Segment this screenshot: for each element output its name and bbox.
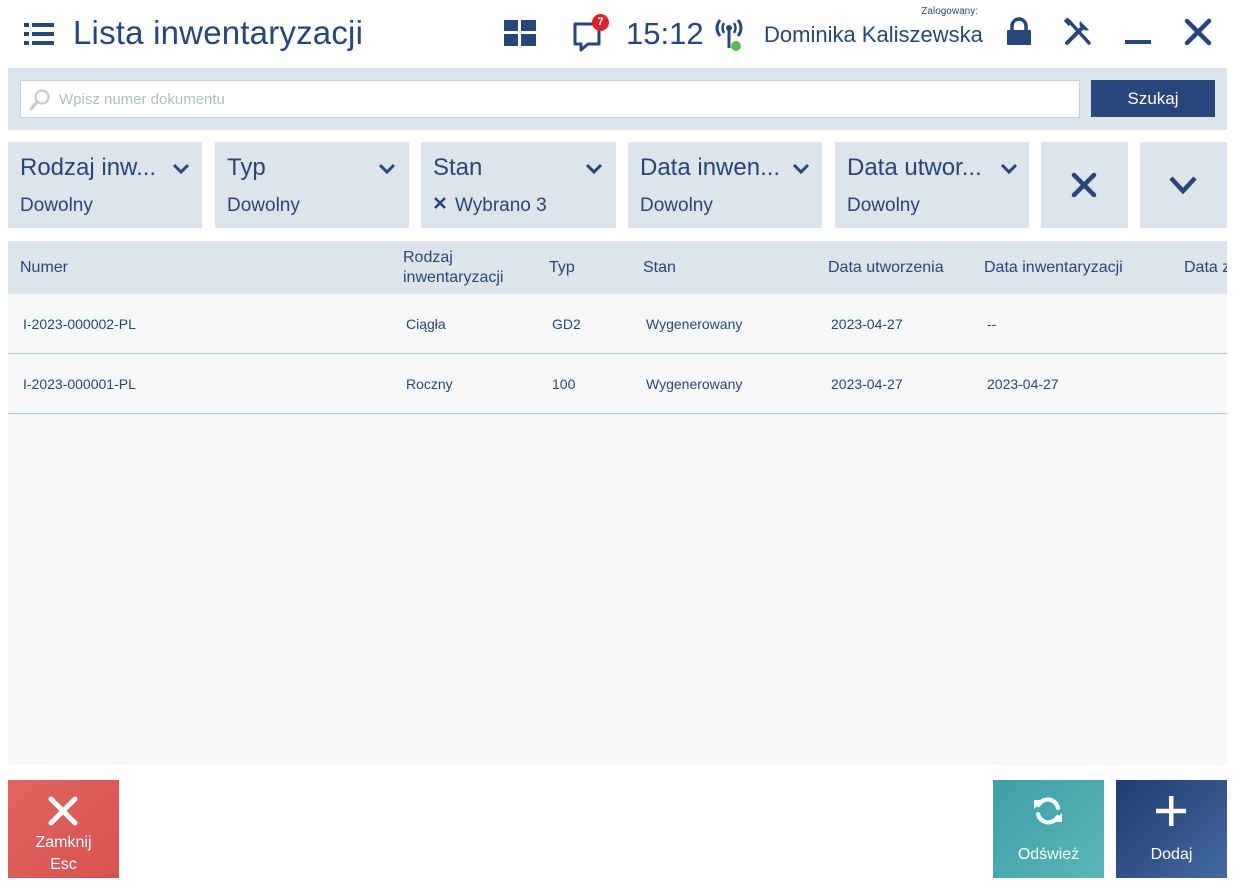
- filter-stan[interactable]: Stan Wybrano 3: [421, 142, 616, 228]
- chevron-down-icon: [378, 163, 396, 175]
- chevron-down-icon: [792, 163, 810, 175]
- filter-value: Dowolny: [227, 195, 300, 216]
- chevron-down-icon: [172, 163, 190, 175]
- column-data-inwentaryzacji[interactable]: Data inwentaryzacji: [984, 258, 1123, 278]
- cell-numer: I-2023-000001-PL: [23, 376, 136, 392]
- search-button[interactable]: Szukaj: [1091, 80, 1215, 117]
- cell-rodzaj: Ciągła: [406, 316, 446, 332]
- cell-rodzaj: Roczny: [406, 376, 453, 392]
- chevron-down-icon: [1000, 163, 1018, 175]
- plus-icon: [1156, 796, 1186, 826]
- tools-icon[interactable]: [1062, 16, 1094, 48]
- filter-title: Data utwor...: [847, 154, 982, 181]
- logged-in-label: Zalogowany:: [921, 6, 978, 17]
- search-icon: [29, 89, 50, 111]
- cell-stan: Wygenerowany: [646, 376, 743, 392]
- cell-numer: I-2023-000002-PL: [23, 316, 136, 332]
- chevron-down-icon: [585, 163, 603, 175]
- filter-title: Stan: [433, 154, 483, 181]
- filter-data-inwentaryzacji[interactable]: Data inwen... Dowolny: [628, 142, 822, 228]
- cell-data-utworzenia: 2023-04-27: [831, 376, 903, 392]
- clear-filters-icon: [1071, 172, 1097, 198]
- refresh-button[interactable]: Odśwież: [993, 780, 1104, 878]
- column-numer[interactable]: Numer: [20, 258, 68, 278]
- expand-icon: [1169, 176, 1197, 195]
- cell-data-inwentaryzacji: 2023-04-27: [987, 376, 1059, 392]
- filter-value: Wybrano 3: [433, 195, 547, 217]
- search-panel: Szukaj: [8, 68, 1227, 130]
- table-row[interactable]: I-2023-000002-PL Ciągła GD2 Wygenerowany…: [8, 294, 1227, 354]
- search-input[interactable]: [59, 85, 1069, 113]
- filter-title: Data inwen...: [640, 154, 781, 181]
- notification-badge: 7: [592, 14, 609, 31]
- inventory-table: Numer Rodzaj inwentaryzacji Typ Stan Dat…: [8, 241, 1227, 765]
- close-button-label: Zamknij: [35, 834, 92, 851]
- column-label-line: inwentaryzacji: [403, 269, 504, 286]
- clear-selection-icon[interactable]: [433, 196, 447, 210]
- user-name: Dominika Kaliszewska: [764, 22, 983, 47]
- column-stan[interactable]: Stan: [643, 258, 676, 278]
- column-rodzaj-inwentaryzacji[interactable]: Rodzaj inwentaryzacji: [403, 248, 503, 288]
- expand-filters-button[interactable]: [1140, 142, 1227, 228]
- lock-icon[interactable]: [1003, 16, 1035, 48]
- menu-icon[interactable]: [24, 22, 54, 46]
- clock: 15:12: [626, 16, 704, 51]
- filter-title: Rodzaj inw...: [20, 154, 157, 181]
- clear-filters-button[interactable]: [1041, 142, 1128, 228]
- cell-data-utworzenia: 2023-04-27: [831, 316, 903, 332]
- cell-typ: GD2: [552, 316, 581, 332]
- app-header: Lista inwentaryzacji 7 15:12 Zalogowany:…: [0, 0, 1238, 68]
- table-header: Numer Rodzaj inwentaryzacji Typ Stan Dat…: [8, 241, 1227, 294]
- filter-data-utworzenia[interactable]: Data utwor... Dowolny: [835, 142, 1029, 228]
- table-row[interactable]: I-2023-000001-PL Roczny 100 Wygenerowany…: [8, 354, 1227, 414]
- cell-typ: 100: [552, 376, 576, 392]
- signal-icon: [715, 19, 743, 51]
- filter-title: Typ: [227, 154, 266, 181]
- filter-value: Dowolny: [640, 195, 713, 216]
- filter-typ[interactable]: Typ Dowolny: [215, 142, 409, 228]
- column-typ[interactable]: Typ: [549, 258, 575, 278]
- page-title: Lista inwentaryzacji: [73, 14, 364, 51]
- close-button[interactable]: Zamknij Esc: [8, 780, 119, 878]
- column-data-extra[interactable]: Data z: [1184, 258, 1227, 278]
- filter-value: Dowolny: [847, 195, 920, 216]
- close-icon: [48, 796, 78, 826]
- cell-stan: Wygenerowany: [646, 316, 743, 332]
- close-icon[interactable]: [1182, 16, 1214, 48]
- close-button-shortcut: Esc: [50, 856, 77, 873]
- add-button[interactable]: Dodaj: [1116, 780, 1227, 878]
- column-data-utworzenia[interactable]: Data utworzenia: [828, 258, 944, 278]
- filter-value: Dowolny: [20, 195, 93, 216]
- minimize-icon[interactable]: [1124, 16, 1152, 48]
- refresh-button-label: Odśwież: [1017, 846, 1080, 863]
- column-label-line: Rodzaj: [403, 249, 453, 266]
- search-box[interactable]: [20, 80, 1080, 118]
- refresh-icon: [1034, 797, 1062, 825]
- tiles-icon[interactable]: [504, 20, 536, 46]
- cell-data-inwentaryzacji: --: [987, 316, 997, 332]
- filter-value-text: Wybrano 3: [455, 195, 547, 216]
- filter-rodzaj-inwentaryzacji[interactable]: Rodzaj inw... Dowolny: [8, 142, 202, 228]
- add-button-label: Dodaj: [1150, 846, 1193, 863]
